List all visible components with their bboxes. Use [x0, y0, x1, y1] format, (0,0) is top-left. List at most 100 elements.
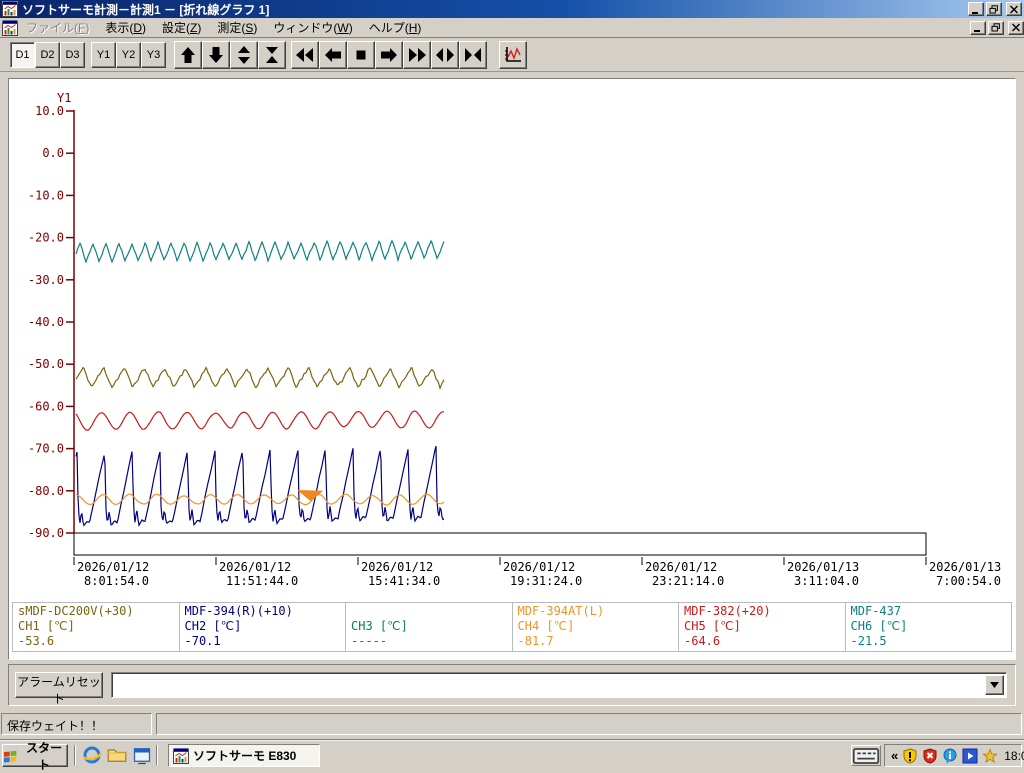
info-balloon-icon — [943, 748, 957, 764]
svg-text:8:01:54.0: 8:01:54.0 — [84, 574, 149, 588]
channel-value: -53.6 — [18, 634, 55, 648]
svg-text:19:31:24.0: 19:31:24.0 — [510, 574, 582, 588]
alarm-combobox[interactable] — [111, 672, 1007, 698]
star-tray-icon[interactable] — [982, 747, 999, 764]
menu-file[interactable]: ファイル(F) — [18, 17, 97, 38]
step-back-button[interactable] — [319, 41, 347, 69]
shield-warning-tray-icon[interactable] — [902, 747, 918, 764]
svg-text:-60.0: -60.0 — [28, 399, 64, 413]
stop-icon — [356, 50, 366, 60]
channel-legend: sMDF-DC200V(+30) CH1 [℃] -53.6 MDF-394(R)(+… — [12, 602, 1012, 652]
status-cell-empty — [156, 713, 1022, 735]
alarm-combo-value — [115, 676, 982, 694]
svg-text:-30.0: -30.0 — [28, 273, 64, 287]
channel-value: -81.7 — [517, 634, 554, 648]
combo-dropdown-button[interactable] — [985, 675, 1004, 695]
app-window-launch-button[interactable] — [132, 745, 152, 765]
channel-label: CH1 [℃] — [18, 619, 75, 633]
expand-horizontal-button[interactable] — [431, 41, 459, 69]
d2-button[interactable]: D2 — [35, 42, 60, 68]
line-chart[interactable]: Y110.0 0.0 -10.0 -20.0 -30.0 -40.0 -50.0 -60.0 -… — [9, 79, 1013, 601]
media-play-tray-icon[interactable] — [962, 748, 978, 764]
channel-name — [351, 604, 507, 619]
channel-label: CH5 [℃] — [684, 619, 741, 633]
arrow-down-icon — [209, 47, 223, 63]
shield-error-tray-icon[interactable] — [922, 747, 938, 764]
scroll-down-button[interactable] — [202, 41, 230, 69]
channel-label: CH4 [℃] — [517, 619, 575, 633]
svg-text:-70.0: -70.0 — [28, 442, 64, 456]
channel-name: MDF-382(+20) — [684, 604, 771, 618]
step-forward-button[interactable] — [375, 41, 403, 69]
collapse-vertical-button[interactable] — [258, 41, 286, 69]
svg-text:7:00:54.0: 7:00:54.0 — [936, 574, 1001, 588]
svg-text:2026/01/12: 2026/01/12 — [361, 560, 433, 574]
shield-warning-icon — [903, 747, 917, 764]
legend-ch2: MDF-394(R)(+10) CH2 [℃] -70.1 — [178, 602, 346, 652]
app-task-button[interactable]: ソフトサーモ E830 — [168, 744, 320, 767]
taskbar-separator — [156, 745, 158, 765]
minimize-button[interactable] — [968, 2, 984, 16]
internet-explorer-launch-button[interactable] — [82, 745, 103, 765]
svg-text:-90.0: -90.0 — [28, 526, 64, 540]
svg-text:0.0: 0.0 — [42, 146, 64, 160]
collapse-horizontal-button[interactable] — [459, 41, 487, 69]
app-icon — [2, 1, 18, 17]
document-icon — [2, 19, 18, 36]
fast-forward-button[interactable] — [403, 41, 431, 69]
expand-vertical-button[interactable] — [230, 41, 258, 69]
series-ch1 — [75, 366, 445, 391]
svg-text:3:11:04.0: 3:11:04.0 — [794, 574, 859, 588]
restore-button[interactable] — [986, 2, 1002, 16]
d1-button[interactable]: D1 — [10, 42, 35, 68]
app-window-icon — [133, 748, 151, 765]
menu-measure[interactable]: 測定(S) — [209, 17, 265, 38]
series-ch5 — [75, 410, 445, 431]
mdi-restore-button[interactable] — [988, 20, 1004, 35]
mdi-close-button[interactable] — [1008, 20, 1024, 35]
scroll-up-button[interactable] — [174, 41, 202, 69]
graph-view-button[interactable] — [499, 41, 527, 69]
mdi-minimize-button[interactable] — [970, 20, 986, 35]
alarm-reset-button[interactable]: アラームリセット — [15, 672, 103, 706]
y2-button[interactable]: Y2 — [116, 42, 141, 68]
expand-vertical-icon — [238, 46, 250, 64]
arrow-up-icon — [181, 47, 195, 63]
series-ch2 — [75, 445, 445, 527]
status-message: 保存ウェイト！！ — [1, 713, 152, 735]
close-button[interactable] — [1006, 2, 1022, 16]
channel-name: MDF-394(R)(+10) — [184, 604, 293, 618]
menu-settings[interactable]: 設定(Z) — [154, 17, 209, 38]
keyboard-tray-cell[interactable] — [851, 745, 881, 766]
legend-ch6: MDF-437 CH6 [℃] -21.5 — [844, 602, 1012, 652]
y3-button[interactable]: Y3 — [141, 42, 166, 68]
channel-label: CH2 [℃] — [184, 619, 242, 633]
channel-name: sMDF-DC200V(+30) — [18, 604, 134, 618]
graph-panel: Y1 10.0 0.0 -10.0 -20.0 -30.0 -40.0 -50.0 -60.0 -… — [8, 78, 1016, 660]
fast-rewind-button[interactable] — [291, 41, 319, 69]
svg-text:2026/01/13: 2026/01/13 — [929, 560, 1001, 574]
menu-view[interactable]: 表示(D) — [97, 17, 154, 38]
arrow-left-icon — [325, 48, 341, 62]
start-button[interactable]: スタート — [2, 741, 68, 772]
channel-value: -64.6 — [684, 634, 721, 648]
tray-overflow-chevron[interactable]: « — [891, 748, 898, 763]
info-balloon-tray-icon[interactable] — [942, 748, 958, 764]
y1-button[interactable]: Y1 — [91, 42, 116, 68]
alarm-panel: アラームリセット — [8, 664, 1016, 706]
legend-ch5: MDF-382(+20) CH5 [℃] -64.6 — [678, 602, 846, 652]
menu-help[interactable]: ヘルプ(H) — [361, 17, 430, 38]
stop-button[interactable] — [347, 41, 375, 69]
folder-launch-button[interactable] — [107, 745, 127, 765]
system-tray: « 18:00 — [884, 744, 1024, 767]
start-label: スタート — [26, 740, 63, 772]
d3-button[interactable]: D3 — [60, 42, 85, 68]
taskbar: スタート ソフトサーモ E830 « 18:00 — [0, 740, 1024, 772]
collapse-vertical-icon — [266, 47, 278, 63]
double-arrow-right-icon — [409, 48, 426, 62]
channel-value: -21.5 — [850, 634, 887, 648]
svg-text:2026/01/12: 2026/01/12 — [503, 560, 575, 574]
menu-window[interactable]: ウィンドウ(W) — [265, 17, 360, 38]
graph-icon — [505, 47, 521, 62]
taskbar-clock[interactable]: 18:00 — [1004, 749, 1024, 763]
